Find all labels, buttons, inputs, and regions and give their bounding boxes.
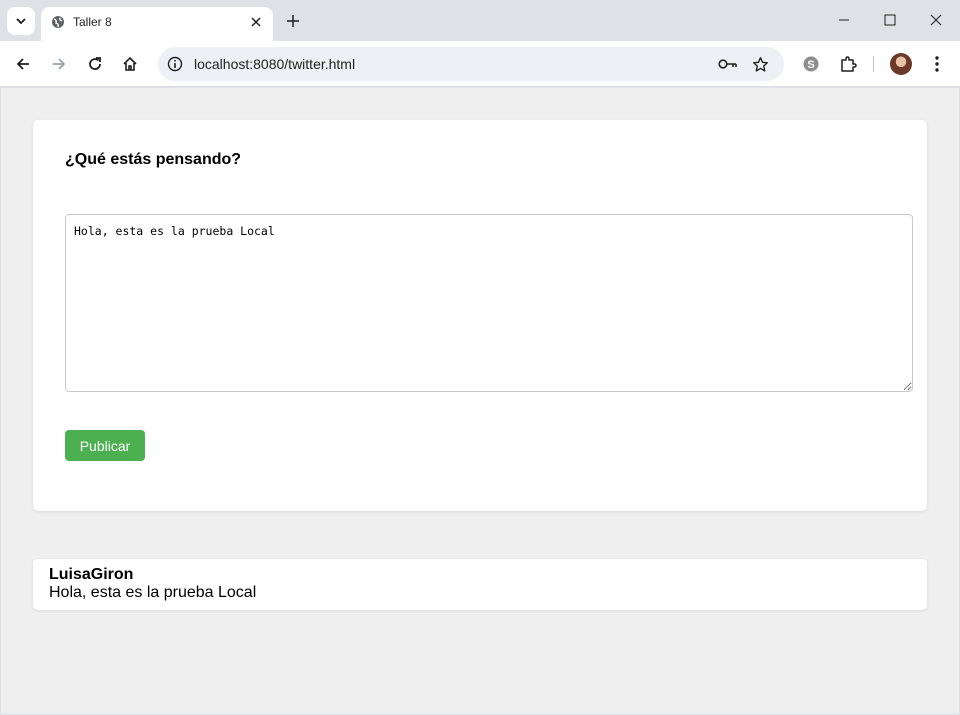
skype-icon[interactable]: S (800, 53, 822, 75)
star-icon[interactable] (750, 54, 770, 74)
publish-button[interactable]: Publicar (65, 430, 145, 461)
close-icon[interactable] (247, 13, 265, 31)
avatar[interactable] (890, 53, 912, 75)
composer-heading: ¿Qué estás pensando? (65, 151, 242, 168)
tab-title: Taller 8 (73, 15, 112, 29)
post-text: Hola, esta es la prueba Local (49, 584, 257, 601)
browser-toolbar: localhost:8080/twitter.html S (0, 41, 960, 87)
composer-card: ¿Qué estás pensando? Hola, esta es la pr… (33, 120, 927, 511)
key-icon[interactable] (718, 55, 738, 73)
reload-icon[interactable] (84, 53, 106, 75)
info-icon[interactable] (166, 55, 184, 73)
chevron-down-icon[interactable] (7, 7, 35, 35)
arrow-right-icon[interactable] (48, 53, 70, 75)
browser-tab[interactable]: Taller 8 (41, 7, 273, 41)
tab-strip: Taller 8 (0, 0, 960, 41)
post-item: LuisaGiron Hola, esta es la prueba Local (33, 559, 927, 610)
svg-text:S: S (807, 59, 814, 71)
close-window-icon[interactable] (926, 10, 946, 30)
globe-icon (51, 15, 65, 29)
home-icon[interactable] (119, 53, 141, 75)
post-textarea[interactable]: Hola, esta es la prueba Local (65, 214, 913, 392)
url-text[interactable]: localhost:8080/twitter.html (194, 56, 355, 72)
plus-icon[interactable] (283, 11, 303, 31)
address-bar[interactable]: localhost:8080/twitter.html (158, 47, 784, 81)
page-content: ¿Qué estás pensando? Hola, esta es la pr… (1, 88, 959, 714)
maximize-icon[interactable] (880, 10, 900, 30)
toolbar-separator (873, 56, 874, 72)
minimize-icon[interactable] (834, 10, 854, 30)
puzzle-icon[interactable] (837, 53, 859, 75)
kebab-menu-icon[interactable] (926, 53, 948, 75)
arrow-left-icon[interactable] (12, 53, 34, 75)
post-username: LuisaGiron (49, 566, 134, 583)
